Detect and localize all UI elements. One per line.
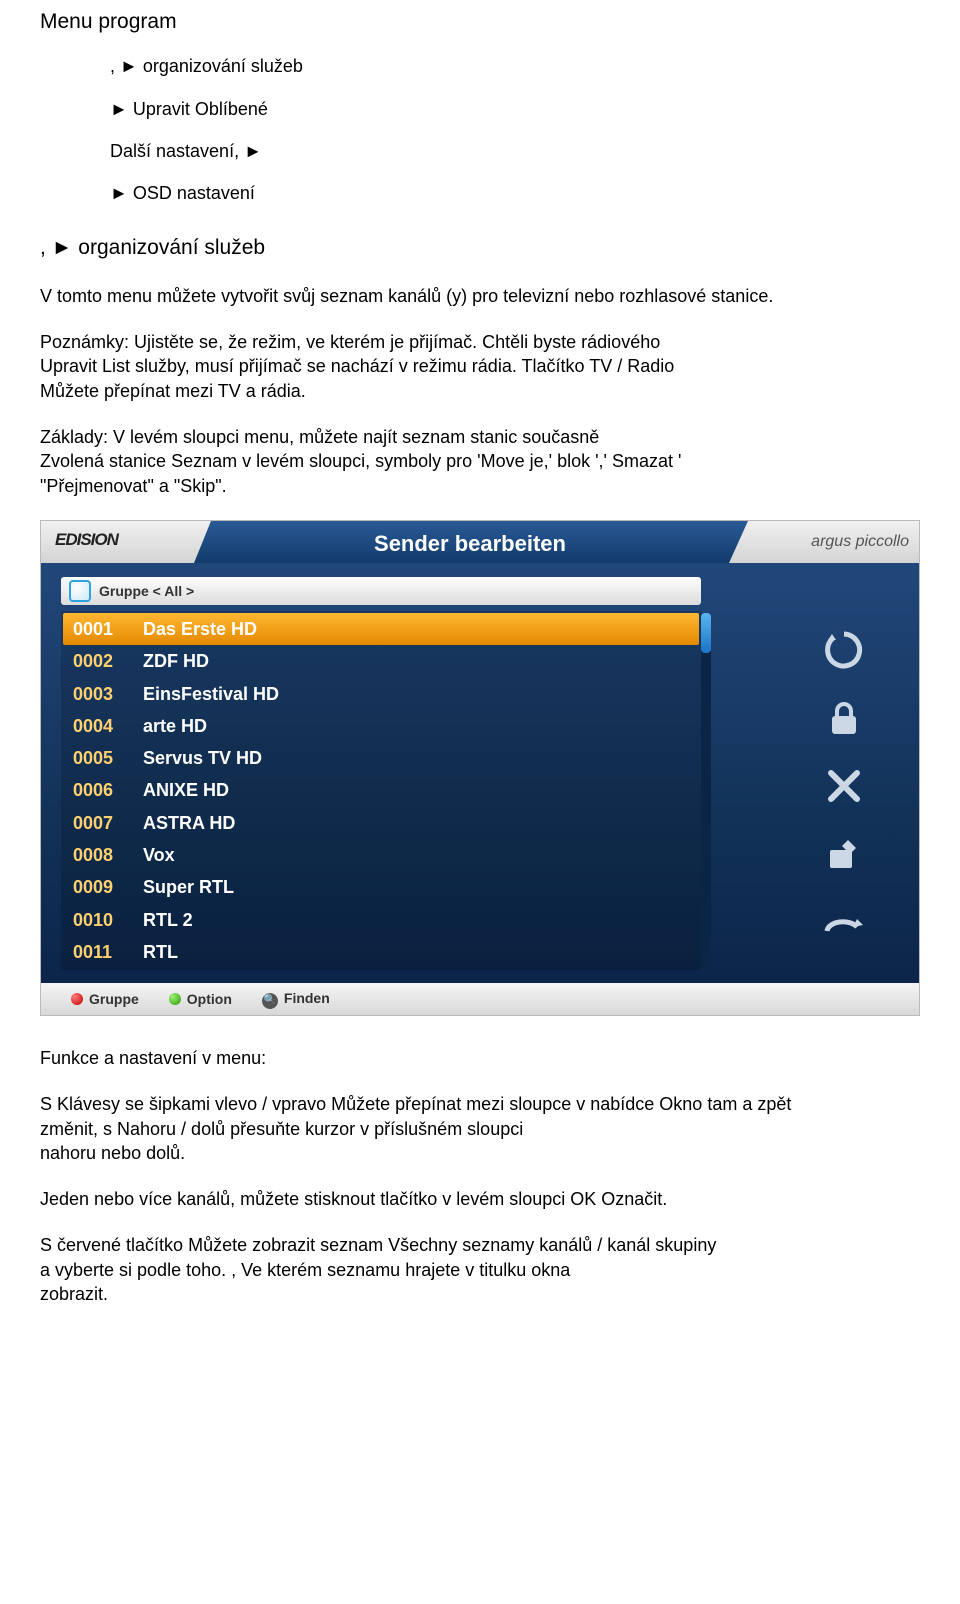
paragraph: Jeden nebo více kanálů, můžete stisknout… (40, 1187, 920, 1211)
menu-line: Další nastavení, ► (110, 139, 920, 163)
paragraph: Základy: V levém sloupci menu, můžete na… (40, 425, 920, 498)
menu-line: ► OSD nastavení (110, 181, 920, 205)
lock-icon[interactable] (821, 695, 867, 741)
channel-row[interactable]: 0003EinsFestival HD (63, 678, 699, 710)
section-heading: , ► organizování služeb (40, 234, 920, 262)
text-line: Můžete přepínat mezi TV a rádia. (40, 379, 920, 403)
text-line: Zvolená stanice Seznam v levém sloupci, … (40, 449, 920, 473)
channel-number: 0002 (73, 649, 143, 673)
rename-icon[interactable] (821, 831, 867, 877)
channel-number: 0004 (73, 714, 143, 738)
channel-name: RTL (143, 940, 178, 964)
footer-red-button[interactable]: Gruppe (71, 990, 139, 1009)
page-title: Menu program (40, 8, 920, 36)
menu-line: ► Upravit Oblíbené (110, 97, 920, 121)
text-line: změnit, s Nahoru / dolů přesuňte kurzor … (40, 1117, 920, 1141)
text-line: zobrazit. (40, 1282, 920, 1306)
channel-row[interactable]: 0009Super RTL (63, 871, 699, 903)
channel-name: EinsFestival HD (143, 682, 279, 706)
channel-list[interactable]: 0001Das Erste HD0002ZDF HD0003EinsFestiv… (61, 611, 701, 970)
text-line: S červené tlačítko Můžete zobrazit sezna… (40, 1233, 920, 1257)
group-selector[interactable]: Gruppe < All > (61, 577, 701, 605)
text-line: a vyberte si podle toho. , Ve kterém sez… (40, 1258, 920, 1282)
channel-row[interactable]: 0006ANIXE HD (63, 774, 699, 806)
paragraph: Poznámky: Ujistěte se, že režim, ve kter… (40, 330, 920, 403)
channel-row[interactable]: 0004arte HD (63, 710, 699, 742)
channel-number: 0009 (73, 875, 143, 899)
group-icon (69, 580, 91, 602)
channel-number: 0008 (73, 843, 143, 867)
footer-green-label: Option (187, 991, 232, 1007)
model-label: argus piccollo (729, 521, 919, 563)
channel-row[interactable]: 0002ZDF HD (63, 645, 699, 677)
device-footer: Gruppe Option 🔍 Finden (41, 983, 919, 1015)
channel-number: 0001 (73, 617, 143, 641)
magnifier-icon: 🔍 (262, 993, 278, 1009)
footer-green-button[interactable]: Option (169, 990, 232, 1009)
channel-row[interactable]: 0010RTL 2 (63, 904, 699, 936)
paragraph: V tomto menu můžete vytvořit svůj seznam… (40, 284, 920, 308)
text-line: "Přejmenovat" a "Skip". (40, 474, 920, 498)
text-line: Poznámky: Ujistěte se, že režim, ve kter… (40, 330, 920, 354)
red-dot-icon (71, 993, 83, 1005)
channel-name: Super RTL (143, 875, 234, 899)
channel-name: Das Erste HD (143, 617, 257, 641)
green-dot-icon (169, 993, 181, 1005)
channel-row[interactable]: 0011RTL (63, 936, 699, 968)
channel-name: arte HD (143, 714, 207, 738)
channel-name: Vox (143, 843, 175, 867)
text-line: Upravit List služby, musí přijímač se na… (40, 354, 920, 378)
footer-search-label: Finden (284, 990, 330, 1006)
footer-search-button[interactable]: 🔍 Finden (262, 989, 330, 1008)
move-icon[interactable] (821, 627, 867, 673)
channel-number: 0010 (73, 908, 143, 932)
footer-red-label: Gruppe (89, 991, 139, 1007)
channel-number: 0007 (73, 811, 143, 835)
channel-number: 0011 (73, 940, 143, 964)
paragraph: S Klávesy se šipkami vlevo / vpravo Může… (40, 1092, 920, 1165)
text-line: S Klávesy se šipkami vlevo / vpravo Může… (40, 1092, 920, 1116)
text-line: Základy: V levém sloupci menu, můžete na… (40, 425, 920, 449)
channel-row[interactable]: 0007ASTRA HD (63, 807, 699, 839)
channel-row[interactable]: 0005Servus TV HD (63, 742, 699, 774)
delete-icon[interactable] (821, 763, 867, 809)
brand-logo: EDISION (41, 521, 211, 563)
scroll-thumb[interactable] (701, 613, 711, 653)
screen-title: Sender bearbeiten (211, 521, 729, 563)
channel-number: 0006 (73, 778, 143, 802)
channel-name: RTL 2 (143, 908, 193, 932)
skip-icon[interactable] (821, 899, 867, 945)
group-label: Gruppe < All > (99, 582, 194, 601)
text-line: nahoru nebo dolů. (40, 1141, 920, 1165)
channel-name: ASTRA HD (143, 811, 235, 835)
channel-name: Servus TV HD (143, 746, 262, 770)
menu-line: , ► organizování služeb (110, 54, 920, 78)
action-icon-column (779, 577, 909, 973)
channel-number: 0003 (73, 682, 143, 706)
channel-row[interactable]: 0001Das Erste HD (63, 613, 699, 645)
paragraph: Funkce a nastavení v menu: (40, 1046, 920, 1070)
paragraph: S červené tlačítko Můžete zobrazit sezna… (40, 1233, 920, 1306)
channel-name: ANIXE HD (143, 778, 229, 802)
scrollbar[interactable] (701, 613, 711, 968)
channel-name: ZDF HD (143, 649, 209, 673)
device-header: EDISION Sender bearbeiten argus piccollo (41, 521, 919, 563)
channel-number: 0005 (73, 746, 143, 770)
device-screenshot: EDISION Sender bearbeiten argus piccollo… (40, 520, 920, 1016)
device-body: Gruppe < All > 0001Das Erste HD0002ZDF H… (41, 563, 919, 983)
channel-row[interactable]: 0008Vox (63, 839, 699, 871)
